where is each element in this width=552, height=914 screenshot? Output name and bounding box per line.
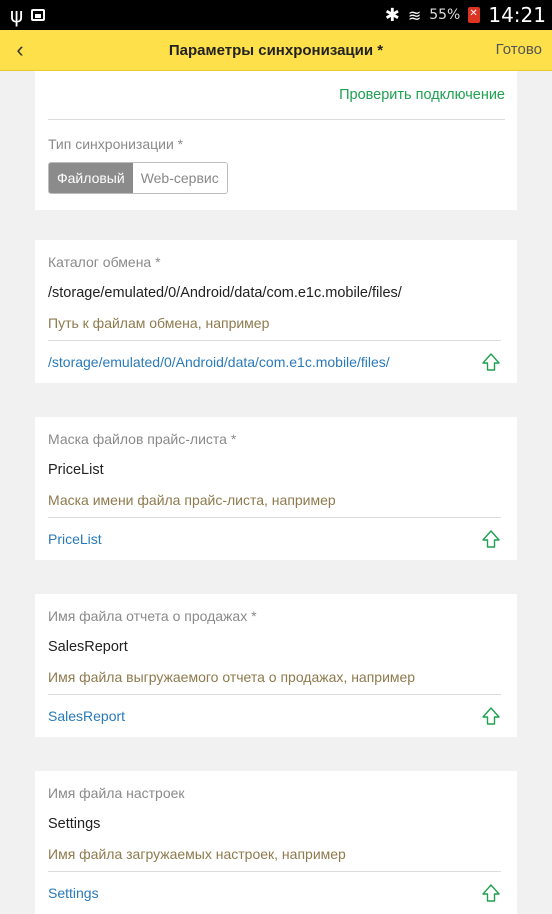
field-label: Имя файла настроек xyxy=(48,785,185,801)
done-button[interactable]: Готово xyxy=(496,30,542,70)
example-link[interactable]: /storage/emulated/0/Android/data/com.e1c… xyxy=(48,354,390,370)
field-card-settings-file: Имя файла настроек Settings Имя файла за… xyxy=(35,771,517,914)
sync-type-webservice-option[interactable]: Web-сервис xyxy=(132,163,227,193)
field-example-row[interactable]: /storage/emulated/0/Android/data/com.e1c… xyxy=(48,341,501,383)
sync-type-card: Проверить подключение Тип синхронизации … xyxy=(35,71,517,210)
field-example-row[interactable]: SalesReport xyxy=(48,695,501,737)
settings-file-input[interactable]: Settings xyxy=(48,807,501,838)
field-hint: Имя файла выгружаемого отчета о продажах… xyxy=(48,661,501,695)
arrow-up-icon[interactable] xyxy=(481,352,501,372)
field-hint: Маска имени файла прайс-листа, например xyxy=(48,484,501,518)
bluetooth-icon: ✱ xyxy=(384,4,400,26)
field-example-row[interactable]: Settings xyxy=(48,872,501,914)
settings-content: Проверить подключение Тип синхронизации … xyxy=(0,71,552,914)
field-hint: Путь к файлам обмена, например xyxy=(48,307,501,341)
usb-icon: ψ xyxy=(10,3,24,27)
sync-type-file-option[interactable]: Файловый xyxy=(49,163,133,193)
pricelist-mask-input[interactable]: PriceList xyxy=(48,453,501,484)
example-link[interactable]: PriceList xyxy=(48,531,102,547)
status-left: ψ xyxy=(10,3,46,27)
field-example-row[interactable]: PriceList xyxy=(48,518,501,560)
field-label: Маска файлов прайс-листа * xyxy=(48,431,237,447)
sync-type-toggle: Файловый Web-сервис xyxy=(48,162,228,194)
field-card-pricelist-mask: Маска файлов прайс-листа * PriceList Мас… xyxy=(35,417,517,560)
field-card-sales-report: Имя файла отчета о продажах * SalesRepor… xyxy=(35,594,517,737)
field-hint: Имя файла загружаемых настроек, например xyxy=(48,838,501,872)
check-connection-row: Проверить подключение xyxy=(48,71,505,120)
example-link[interactable]: SalesReport xyxy=(48,708,125,724)
clock: 14:21 xyxy=(488,3,546,27)
chevron-left-icon: ‹ xyxy=(16,37,24,62)
battery-percent: 55% xyxy=(429,7,461,23)
screenshot-icon xyxy=(31,9,46,21)
field-card-exchange-dir: Каталог обмена * /storage/emulated/0/And… xyxy=(35,240,517,383)
battery-icon xyxy=(468,7,481,23)
arrow-up-icon[interactable] xyxy=(481,529,501,549)
check-connection-link[interactable]: Проверить подключение xyxy=(339,87,505,103)
arrow-up-icon[interactable] xyxy=(481,706,501,726)
sync-type-label: Тип синхронизации * xyxy=(48,136,184,152)
back-button[interactable]: ‹ xyxy=(0,30,40,70)
app-header: ‹ Параметры синхронизации * Готово xyxy=(0,30,552,71)
field-label: Имя файла отчета о продажах * xyxy=(48,608,257,624)
arrow-up-icon[interactable] xyxy=(481,883,501,903)
example-link[interactable]: Settings xyxy=(48,885,99,901)
status-right: ✱ ≋ 55% 14:21 xyxy=(385,3,546,27)
sales-report-input[interactable]: SalesReport xyxy=(48,630,501,661)
exchange-dir-input[interactable]: /storage/emulated/0/Android/data/com.e1c… xyxy=(48,276,501,307)
field-label: Каталог обмена * xyxy=(48,254,161,270)
page-title: Параметры синхронизации * xyxy=(168,41,384,59)
wifi-icon: ≋ xyxy=(407,5,422,25)
status-bar: ψ ✱ ≋ 55% 14:21 xyxy=(0,0,552,30)
